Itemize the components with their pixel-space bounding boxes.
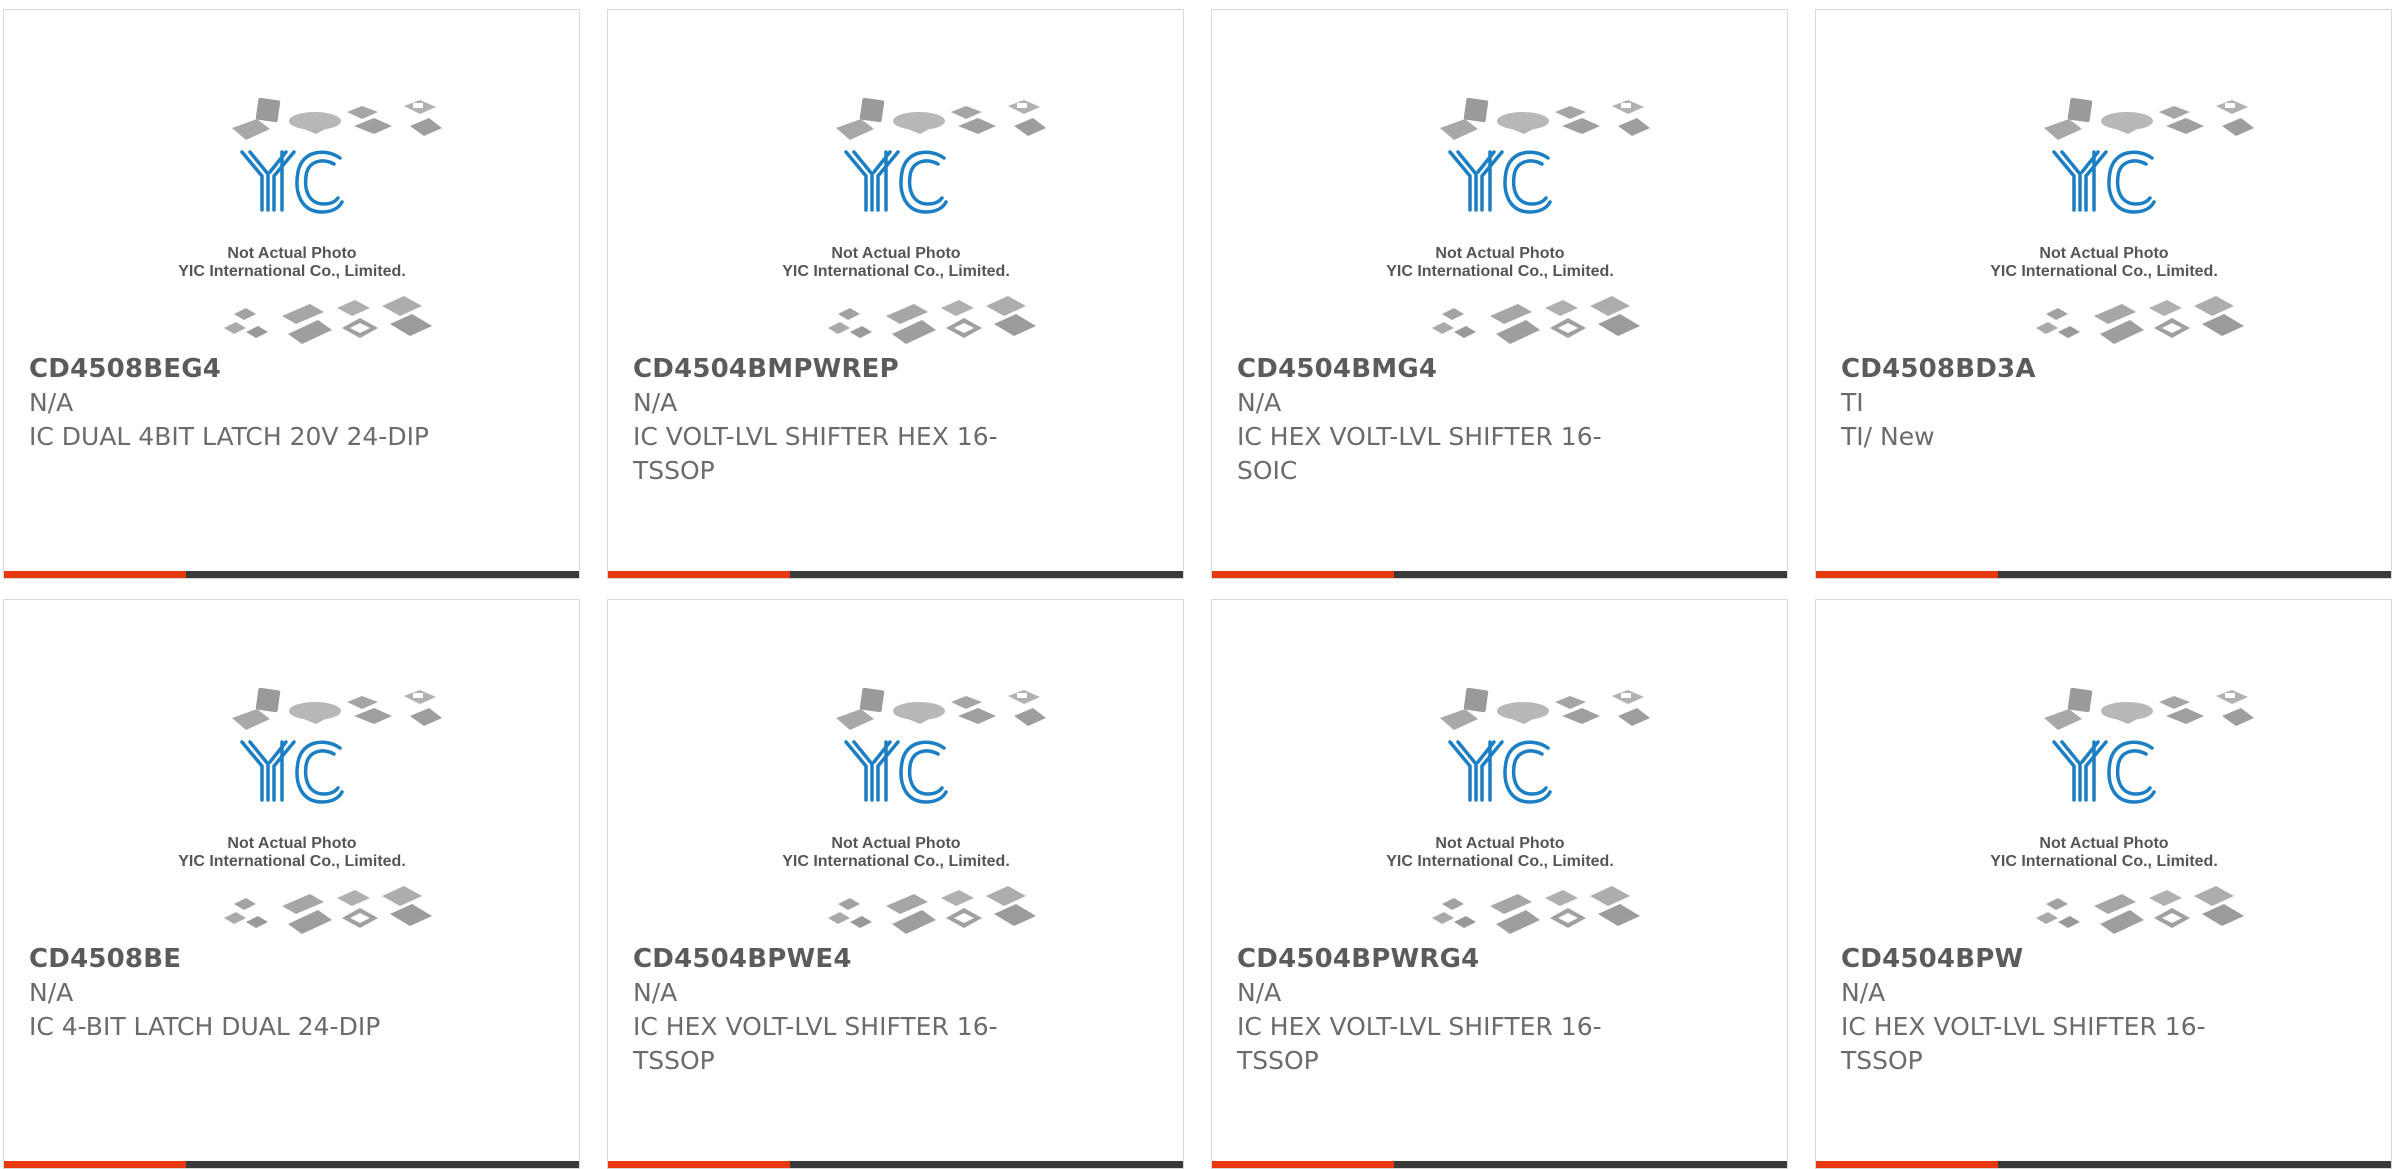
placeholder-photo-icon: Not Actual Photo YIC International Co., … xyxy=(1386,685,1650,936)
placeholder-photo-icon: Not Actual Photo YIC International Co., … xyxy=(782,95,1046,346)
card-bottom-bar xyxy=(608,1161,1183,1168)
svg-text:Not Actual Photo: Not Actual Photo xyxy=(227,835,356,852)
placeholder-photo-icon: Not Actual Photo YIC International Co., … xyxy=(178,685,442,936)
manufacturer: TI xyxy=(1841,388,1864,417)
svg-text:Not Actual Photo: Not Actual Photo xyxy=(1435,245,1564,262)
svg-text:Not Actual Photo: Not Actual Photo xyxy=(831,835,960,852)
card-bottom-bar xyxy=(608,571,1183,578)
manufacturer: N/A xyxy=(29,978,74,1007)
card-accent-bar xyxy=(1816,571,1998,578)
part-number[interactable]: CD4508BE xyxy=(29,942,449,976)
product-image[interactable]: Not Actual Photo YIC International Co., … xyxy=(4,684,579,942)
product-grid: Not Actual Photo YIC International Co., … xyxy=(0,0,2399,1169)
product-card[interactable]: Not Actual Photo YIC International Co., … xyxy=(1815,599,2392,1169)
manufacturer: N/A xyxy=(1237,388,1282,417)
svg-text:YIC International Co., Limited: YIC International Co., Limited. xyxy=(178,263,406,280)
description: IC HEX VOLT-LVL SHIFTER 16-TSSOP xyxy=(1237,1012,1602,1075)
part-number[interactable]: CD4504BPWE4 xyxy=(633,942,1053,976)
product-card[interactable]: Not Actual Photo YIC International Co., … xyxy=(607,9,1184,579)
product-image[interactable]: Not Actual Photo YIC International Co., … xyxy=(4,94,579,352)
card-accent-bar xyxy=(1816,1161,1998,1168)
manufacturer: N/A xyxy=(1841,978,1886,1007)
svg-text:Not Actual Photo: Not Actual Photo xyxy=(2039,835,2168,852)
description: IC 4-BIT LATCH DUAL 24-DIP xyxy=(29,1012,381,1041)
placeholder-photo-icon: Not Actual Photo YIC International Co., … xyxy=(178,95,442,346)
product-card[interactable]: Not Actual Photo YIC International Co., … xyxy=(607,599,1184,1169)
card-accent-bar xyxy=(4,571,186,578)
placeholder-photo-icon: Not Actual Photo YIC International Co., … xyxy=(1386,95,1650,346)
svg-text:Not Actual Photo: Not Actual Photo xyxy=(227,245,356,262)
part-number[interactable]: CD4508BD3A xyxy=(1841,352,2261,386)
part-number[interactable]: CD4504BPWRG4 xyxy=(1237,942,1657,976)
manufacturer: N/A xyxy=(29,388,74,417)
part-number[interactable]: CD4504BMPWREP xyxy=(633,352,1053,386)
card-accent-bar xyxy=(1212,571,1394,578)
card-bottom-bar xyxy=(1816,1161,2391,1168)
product-card[interactable]: Not Actual Photo YIC International Co., … xyxy=(1211,9,1788,579)
product-image[interactable]: Not Actual Photo YIC International Co., … xyxy=(1212,684,1787,942)
manufacturer: N/A xyxy=(633,978,678,1007)
placeholder-photo-icon: Not Actual Photo YIC International Co., … xyxy=(1990,95,2254,346)
svg-text:YIC International Co., Limited: YIC International Co., Limited. xyxy=(782,853,1010,870)
card-accent-bar xyxy=(1212,1161,1394,1168)
product-card[interactable]: Not Actual Photo YIC International Co., … xyxy=(1211,599,1788,1169)
product-image[interactable]: Not Actual Photo YIC International Co., … xyxy=(1816,94,2391,352)
part-number[interactable]: CD4504BMG4 xyxy=(1237,352,1657,386)
card-accent-bar xyxy=(608,1161,790,1168)
product-image[interactable]: Not Actual Photo YIC International Co., … xyxy=(608,94,1183,352)
card-bottom-bar xyxy=(4,571,579,578)
card-bottom-bar xyxy=(1212,1161,1787,1168)
product-image[interactable]: Not Actual Photo YIC International Co., … xyxy=(1212,94,1787,352)
svg-text:YIC International Co., Limited: YIC International Co., Limited. xyxy=(178,853,406,870)
svg-text:Not Actual Photo: Not Actual Photo xyxy=(1435,835,1564,852)
svg-text:YIC International Co., Limited: YIC International Co., Limited. xyxy=(1386,853,1614,870)
description: TI/ New xyxy=(1841,422,1935,451)
description: IC HEX VOLT-LVL SHIFTER 16-SOIC xyxy=(1237,422,1602,485)
product-card[interactable]: Not Actual Photo YIC International Co., … xyxy=(3,599,580,1169)
description: IC VOLT-LVL SHIFTER HEX 16-TSSOP xyxy=(633,422,998,485)
svg-text:YIC International Co., Limited: YIC International Co., Limited. xyxy=(1990,263,2218,280)
card-bottom-bar xyxy=(1816,571,2391,578)
svg-text:Not Actual Photo: Not Actual Photo xyxy=(831,245,960,262)
card-accent-bar xyxy=(608,571,790,578)
card-bottom-bar xyxy=(4,1161,579,1168)
placeholder-photo-icon: Not Actual Photo YIC International Co., … xyxy=(1990,685,2254,936)
svg-text:YIC International Co., Limited: YIC International Co., Limited. xyxy=(1990,853,2218,870)
product-card[interactable]: Not Actual Photo YIC International Co., … xyxy=(1815,9,2392,579)
product-image[interactable]: Not Actual Photo YIC International Co., … xyxy=(608,684,1183,942)
manufacturer: N/A xyxy=(1237,978,1282,1007)
product-card[interactable]: Not Actual Photo YIC International Co., … xyxy=(3,9,580,579)
description: IC DUAL 4BIT LATCH 20V 24-DIP xyxy=(29,422,430,451)
description: IC HEX VOLT-LVL SHIFTER 16-TSSOP xyxy=(1841,1012,2206,1075)
card-bottom-bar xyxy=(1212,571,1787,578)
manufacturer: N/A xyxy=(633,388,678,417)
description: IC HEX VOLT-LVL SHIFTER 16-TSSOP xyxy=(633,1012,998,1075)
part-number[interactable]: CD4508BEG4 xyxy=(29,352,449,386)
placeholder-photo-icon: Not Actual Photo YIC International Co., … xyxy=(782,685,1046,936)
svg-text:YIC International Co., Limited: YIC International Co., Limited. xyxy=(782,263,1010,280)
svg-text:YIC International Co., Limited: YIC International Co., Limited. xyxy=(1386,263,1614,280)
svg-text:Not Actual Photo: Not Actual Photo xyxy=(2039,245,2168,262)
part-number[interactable]: CD4504BPW xyxy=(1841,942,2261,976)
product-image[interactable]: Not Actual Photo YIC International Co., … xyxy=(1816,684,2391,942)
card-accent-bar xyxy=(4,1161,186,1168)
